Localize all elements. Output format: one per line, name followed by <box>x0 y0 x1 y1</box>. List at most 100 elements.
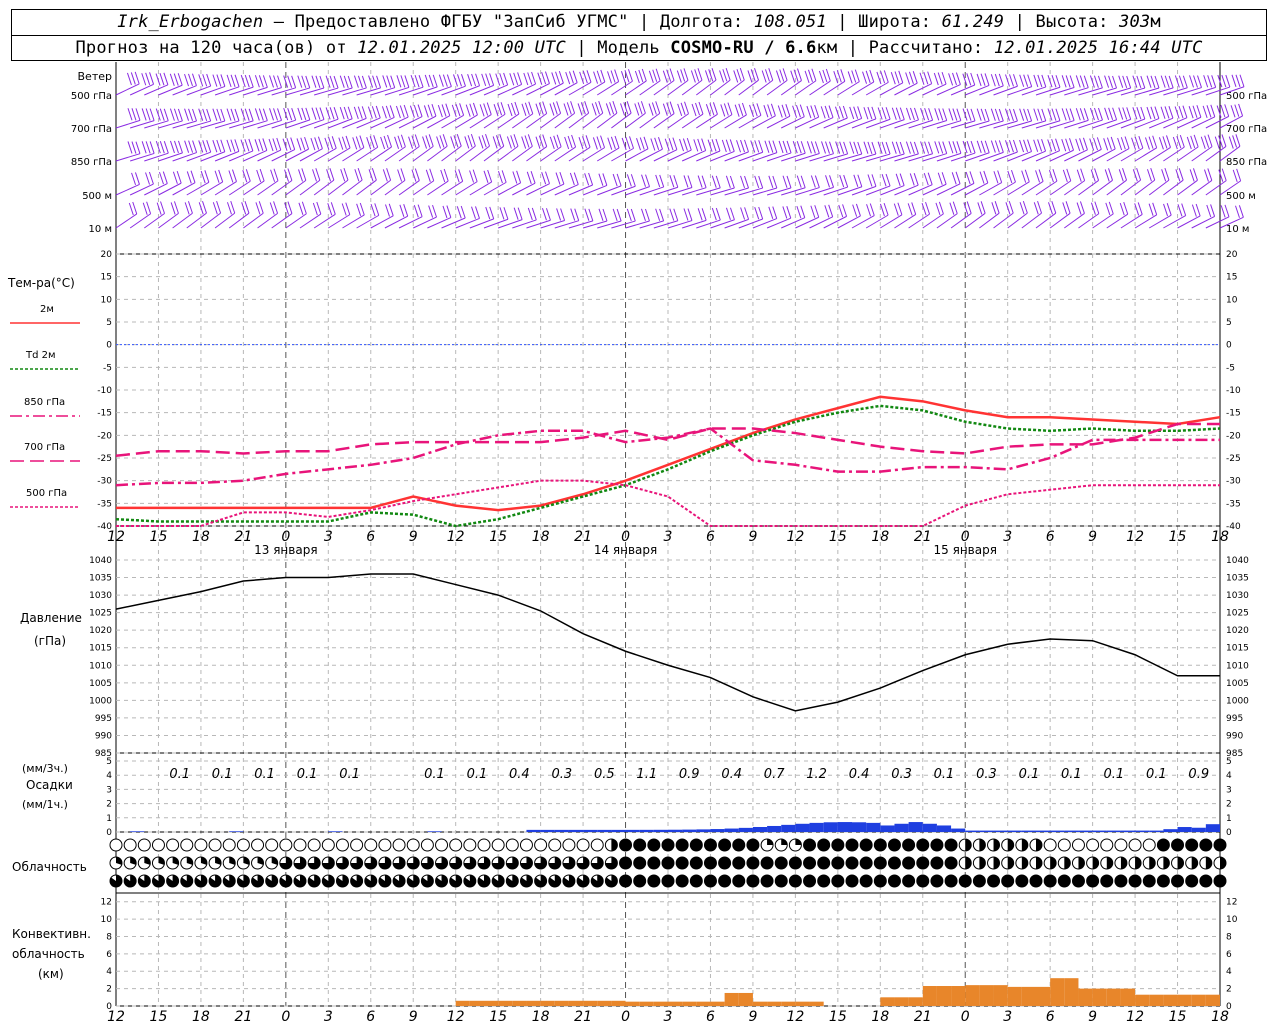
cloud-symbol-fill <box>993 857 1000 869</box>
wind-barb-flag <box>230 139 236 152</box>
conv-bar <box>767 1001 782 1006</box>
wind-barb-flag <box>1152 202 1158 215</box>
wind-barb-flag <box>891 141 897 154</box>
wind-barb-flag <box>216 139 222 153</box>
precip-3h-total: 0.1 <box>934 767 955 782</box>
wind-barb-flag <box>790 70 796 83</box>
hour-label: 9 <box>748 529 757 545</box>
wind-barb-flag <box>970 108 976 122</box>
wind-barb-flag <box>414 168 420 181</box>
wind-barb-flag <box>567 135 573 149</box>
precip-bar <box>738 827 753 832</box>
wind-barb-flag <box>456 206 462 219</box>
precip-3h-total: 0.5 <box>594 767 615 782</box>
precip-3h-total: 0.1 <box>1146 767 1167 782</box>
wind-barb-flag <box>570 101 576 114</box>
wind-barb-flag <box>283 107 289 121</box>
conv-bar <box>993 985 1008 1006</box>
cloud-symbol-fill <box>1050 857 1057 869</box>
wind-barb-shaft <box>229 120 254 129</box>
wind-barb-flag <box>191 73 197 86</box>
wind-barb-flag <box>1075 75 1081 88</box>
wind-barb-flag <box>399 204 405 217</box>
wind-barb-flag <box>695 102 700 116</box>
wind-barb-flag <box>625 136 631 150</box>
wind-barb-shaft <box>752 152 778 162</box>
wind-barb-flag <box>552 102 558 115</box>
wind-barb-flag <box>648 70 654 83</box>
precip-tick-label: 4 <box>106 771 112 781</box>
wind-barb-flag <box>1214 136 1220 149</box>
wind-barb-flag <box>952 141 958 154</box>
wind-barb-flag <box>465 104 471 117</box>
wind-barb-shaft <box>965 120 990 129</box>
wind-barb-flag <box>800 141 806 154</box>
wind-barb-flag <box>810 105 816 118</box>
wind-barb-flag <box>341 203 347 216</box>
cloud-symbol-fill <box>945 857 958 869</box>
wind-barb-flag <box>1164 75 1170 88</box>
wind-barb-flag <box>230 200 236 214</box>
wind-barb-flag <box>216 108 222 122</box>
wind-barb-flag <box>993 171 999 184</box>
wind-barb-flag <box>131 141 137 154</box>
cloud-symbol-fill <box>704 875 717 887</box>
wind-barb-flag <box>1061 108 1067 121</box>
wind-barb-flag <box>373 135 379 148</box>
cloud-symbol-fill <box>718 875 731 887</box>
wind-barb-flag <box>258 108 264 121</box>
wind-barb-flag <box>851 70 857 83</box>
wind-barb-flag <box>1069 138 1074 151</box>
wind-barb-shaft <box>497 84 522 96</box>
cloud-symbol-fill <box>1199 839 1212 851</box>
cloud-symbol <box>1086 838 1100 852</box>
cloud-symbol-fill <box>1086 875 1099 887</box>
conv-bar <box>568 1000 584 1006</box>
precip-3h-total: 0.9 <box>679 767 700 782</box>
precip-3h-total: 0.1 <box>212 767 233 782</box>
wind-barb-flag <box>1150 106 1156 119</box>
wind-barb-flag <box>1236 168 1242 182</box>
wind-barb-shaft <box>1092 87 1117 96</box>
wind-barb-flag <box>966 140 972 154</box>
wind-barb-flag <box>654 137 660 150</box>
wind-barb-flag <box>754 140 760 153</box>
wind-barb-flag <box>1232 169 1238 183</box>
wind-barb-flag <box>390 75 396 88</box>
cloud-symbol-fill <box>846 857 858 869</box>
wind-barb-flag <box>871 106 877 120</box>
wind-barb-shaft <box>172 120 197 129</box>
wind-barb-shaft <box>639 186 664 196</box>
wind-barb-shaft <box>1021 120 1046 129</box>
precip-bar <box>936 825 952 832</box>
cloud-symbol-fill <box>619 857 632 869</box>
wind-barb-flag <box>585 135 591 148</box>
wind-barb-flag <box>141 73 147 86</box>
wind-barb-flag <box>1062 202 1068 215</box>
wind-barb-flag <box>679 138 684 152</box>
wind-barb-flag <box>810 175 816 188</box>
wind-barb-flag <box>715 207 721 221</box>
wind-barb-flag <box>814 175 820 188</box>
wind-barb-shaft <box>144 120 169 129</box>
wind-barb-flag <box>1065 201 1071 214</box>
wind-barb-shaft <box>172 152 197 162</box>
wind-barb-flag <box>212 202 218 215</box>
wind-barb-shaft <box>766 152 792 162</box>
cloud-symbol <box>1100 838 1114 852</box>
wind-barb-shaft <box>1191 86 1216 96</box>
wind-barb-shaft <box>865 185 891 196</box>
hour-label-bottom: 21 <box>234 1009 252 1024</box>
wind-barb-flag <box>427 104 433 117</box>
wind-barb-flag <box>400 75 406 88</box>
wind-barb-flag <box>441 104 447 117</box>
precip-tick-label-right: 1 <box>1226 814 1232 824</box>
precip-tick-label-right: 0 <box>1226 828 1232 838</box>
wind-barb-shaft <box>865 214 889 229</box>
wind-barb-flag <box>712 102 718 115</box>
cloud-symbol-fill <box>690 857 703 869</box>
cloud-symbol-fill <box>1163 857 1170 869</box>
wind-barb-flag <box>1097 75 1103 89</box>
wind-barb-flag <box>629 136 635 149</box>
hour-label-bottom: 15 <box>829 1009 847 1024</box>
